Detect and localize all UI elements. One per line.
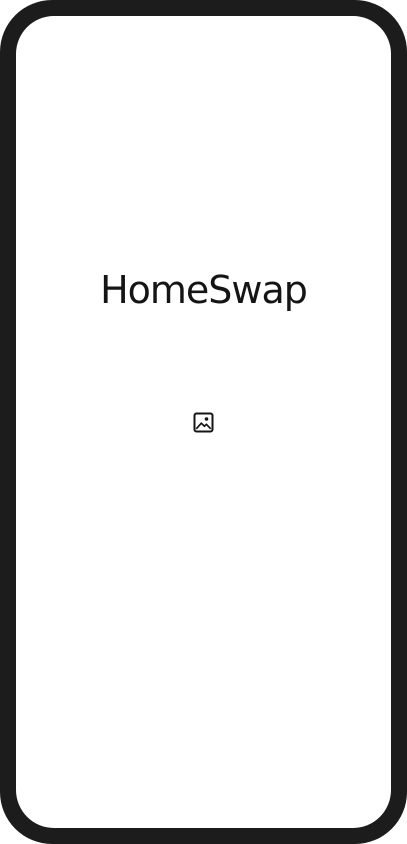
app-title: HomeSwap — [100, 268, 308, 312]
app-screen: HomeSwap — [16, 16, 391, 828]
image-placeholder-icon — [193, 412, 214, 433]
phone-frame: HomeSwap — [0, 0, 407, 844]
